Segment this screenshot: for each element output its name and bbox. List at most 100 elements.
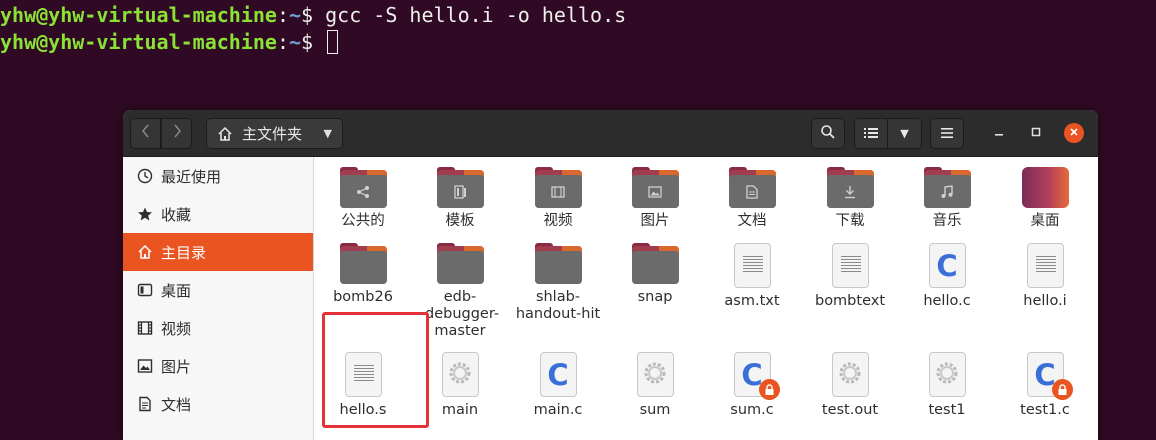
- file-name: test1.c: [1020, 402, 1070, 418]
- terminal-line-1: yhw@yhw-virtual-machine:~$ gcc -S hello.…: [0, 1, 626, 29]
- file-item-test1[interactable]: test1: [899, 352, 995, 419]
- folder-icon: [923, 167, 971, 208]
- folder-icon: [534, 167, 582, 208]
- back-button[interactable]: [130, 118, 161, 149]
- prompt-dollar: $: [301, 3, 314, 27]
- file-item-main-c[interactable]: C main.c: [510, 352, 606, 419]
- file-name: 下载: [835, 213, 865, 229]
- picture-icon: [647, 183, 664, 200]
- list-view-icon: [864, 124, 878, 143]
- file-item-documents[interactable]: 文档: [704, 167, 800, 230]
- text-file-icon: [733, 243, 771, 288]
- document-icon: [744, 183, 761, 200]
- file-item-sum[interactable]: sum: [607, 352, 703, 419]
- file-item-desktop[interactable]: 桌面: [997, 167, 1093, 230]
- file-item-sum-c[interactable]: C sum.c: [704, 352, 800, 419]
- folder-icon: [826, 167, 874, 208]
- file-item-asm-txt[interactable]: asm.txt: [704, 243, 800, 310]
- prompt-colon: :: [276, 3, 289, 27]
- clock-icon: [136, 167, 154, 185]
- sidebar-item-label: 收藏: [161, 205, 192, 224]
- file-name: hello.i: [1023, 293, 1067, 309]
- file-name: asm.txt: [724, 293, 780, 309]
- folder-icon: [436, 167, 484, 208]
- sidebar-item-documents[interactable]: 文档: [123, 385, 313, 423]
- sidebar-item-starred[interactable]: 收藏: [123, 195, 313, 233]
- sidebar-item-pictures[interactable]: 图片: [123, 347, 313, 385]
- gear-icon: [642, 360, 668, 390]
- download-icon: [842, 183, 859, 200]
- gear-icon: [934, 360, 960, 390]
- folder-icon: [339, 243, 387, 284]
- sidebar-item-recent[interactable]: 最近使用: [123, 157, 313, 195]
- desktop-icon: [1021, 167, 1069, 208]
- terminal-cursor[interactable]: [327, 30, 339, 54]
- minimize-icon: [994, 126, 1004, 141]
- chevron-down-icon: ▼: [900, 127, 909, 140]
- home-icon: [216, 125, 234, 143]
- file-item-test-out[interactable]: test.out: [802, 352, 898, 419]
- lock-icon: [758, 379, 780, 400]
- highlight-box: [322, 312, 429, 428]
- sidebar-item-label: 最近使用: [161, 167, 222, 186]
- file-item-shlab-handout-hit[interactable]: shlab-handout-hit: [510, 243, 606, 323]
- prompt-path: ~: [289, 30, 302, 54]
- header-bar: 主文件夹 ▼ ▼: [123, 110, 1098, 157]
- file-item-bombtext[interactable]: bombtext: [802, 243, 898, 310]
- prompt-user-host: yhw@yhw-virtual-machine: [0, 3, 277, 27]
- file-name: snap: [637, 289, 673, 305]
- sidebar-item-desktop[interactable]: 桌面: [123, 271, 313, 309]
- file-name: bombtext: [814, 293, 886, 309]
- executable-icon: [831, 352, 869, 397]
- file-name: main.c: [533, 402, 583, 418]
- film-icon: [550, 183, 567, 200]
- search-button[interactable]: [811, 118, 845, 149]
- file-item-hello-i[interactable]: hello.i: [997, 243, 1093, 310]
- file-name: 音乐: [932, 213, 962, 229]
- text-file-icon: [831, 243, 869, 288]
- file-name: 模板: [445, 213, 475, 229]
- file-name: shlab-handout-hit: [515, 289, 601, 322]
- location-button[interactable]: 主文件夹 ▼: [206, 118, 343, 149]
- gear-icon: [837, 360, 863, 390]
- sidebar-item-home[interactable]: 主目录: [123, 233, 313, 271]
- folder-icon: [339, 167, 387, 208]
- menu-button[interactable]: [930, 118, 964, 149]
- file-item-bomb26[interactable]: bomb26: [315, 243, 411, 306]
- file-manager-window: 主文件夹 ▼ ▼ 最近使用 收藏 主目录 桌面 视频 图片 文档 公共的 模板 …: [123, 110, 1098, 440]
- gear-icon: [447, 360, 473, 390]
- share-icon: [355, 183, 372, 200]
- maximize-button[interactable]: [1026, 123, 1046, 143]
- file-name: hello.c: [923, 293, 971, 309]
- file-name: 桌面: [1030, 213, 1060, 229]
- terminal[interactable]: yhw@yhw-virtual-machine:~$ gcc -S hello.…: [0, 0, 1156, 110]
- file-item-videos[interactable]: 视频: [510, 167, 606, 230]
- home-icon: [136, 243, 154, 261]
- close-button[interactable]: [1064, 123, 1084, 143]
- file-item-public[interactable]: 公共的: [315, 167, 411, 230]
- c-source-icon: C: [733, 352, 780, 400]
- file-item-templates[interactable]: 模板: [412, 167, 508, 230]
- file-item-downloads[interactable]: 下载: [802, 167, 898, 230]
- document-icon: [136, 395, 154, 413]
- file-item-pictures[interactable]: 图片: [607, 167, 703, 230]
- file-item-hello-c[interactable]: C hello.c: [899, 243, 995, 310]
- minimize-button[interactable]: [989, 123, 1009, 143]
- view-mode-button[interactable]: [854, 118, 888, 149]
- forward-button[interactable]: [161, 118, 192, 149]
- c-source-icon: C: [539, 352, 577, 397]
- search-icon: [820, 124, 836, 144]
- file-item-snap[interactable]: snap: [607, 243, 703, 306]
- file-name: test.out: [821, 402, 879, 418]
- file-name: bomb26: [333, 289, 393, 305]
- prompt-path: ~: [289, 3, 302, 27]
- places-sidebar: 最近使用 收藏 主目录 桌面 视频 图片 文档: [123, 157, 314, 440]
- chevron-left-icon: [140, 123, 152, 144]
- sidebar-item-videos[interactable]: 视频: [123, 309, 313, 347]
- lock-icon: [1051, 379, 1073, 400]
- folder-icon: [631, 243, 679, 284]
- file-item-music[interactable]: 音乐: [899, 167, 995, 230]
- file-name: test1: [928, 402, 966, 418]
- file-item-test1-c[interactable]: C test1.c: [997, 352, 1093, 419]
- view-options-button[interactable]: ▼: [887, 118, 922, 149]
